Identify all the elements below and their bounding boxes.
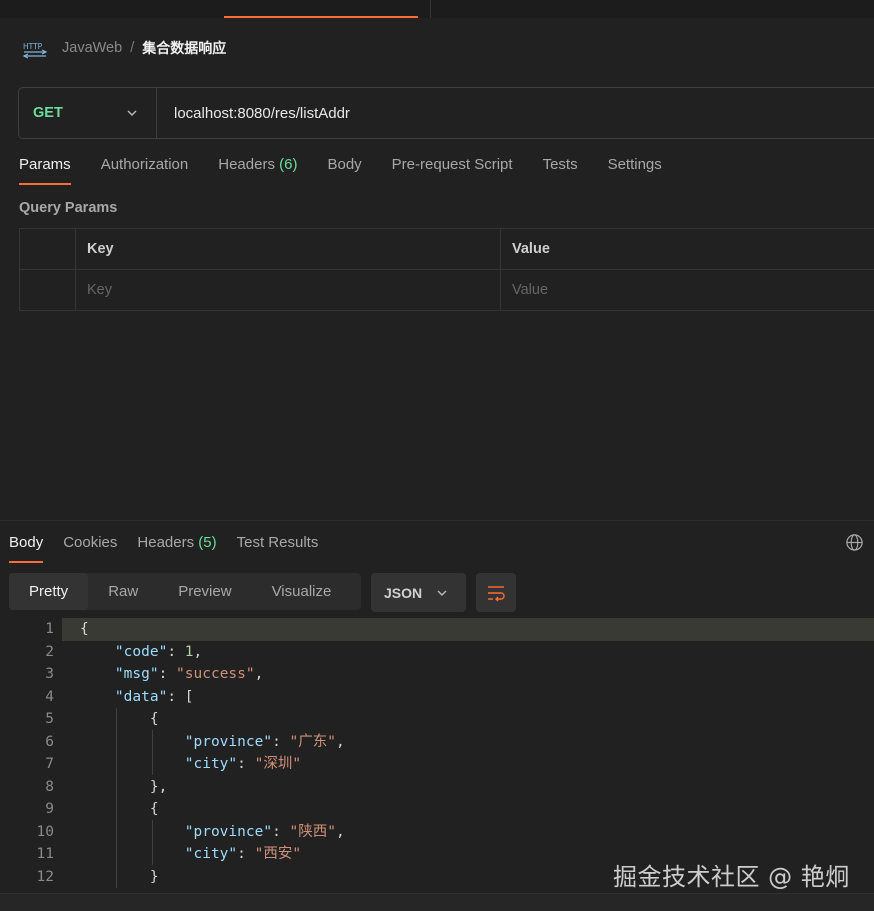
breadcrumb-collection[interactable]: JavaWeb xyxy=(62,40,122,56)
line-number: 1 xyxy=(0,618,62,641)
line-number: 9 xyxy=(45,801,54,817)
value-header: Value xyxy=(512,241,550,257)
method-label: GET xyxy=(33,105,63,121)
tab-tests[interactable]: Tests xyxy=(543,156,578,185)
tab-pre-request-script[interactable]: Pre-request Script xyxy=(392,156,513,185)
code-line: 1{ xyxy=(0,618,874,641)
tab-label: Pre-request Script xyxy=(391,156,513,173)
svg-text:HTTP: HTTP xyxy=(23,42,43,51)
view-pretty[interactable]: Pretty xyxy=(9,573,89,610)
line-number: 6 xyxy=(45,733,54,750)
line-number: 2 xyxy=(45,643,54,660)
status-bar xyxy=(0,893,874,911)
response-headers-count: (5) xyxy=(198,534,217,551)
tab-label: Headers xyxy=(218,156,275,173)
breadcrumb: HTTP JavaWeb / 集合数据响应 xyxy=(22,36,226,60)
http-icon: HTTP xyxy=(22,42,48,59)
line-number: 11 xyxy=(36,846,54,862)
tab-cookies[interactable]: Cookies xyxy=(63,534,117,563)
chevron-down-icon xyxy=(127,110,137,116)
tab-label: Test Results xyxy=(236,534,319,551)
response-tabs: Body Cookies Headers (5) Test Results xyxy=(9,534,338,563)
method-select[interactable]: GET xyxy=(19,88,157,138)
code-line: 2 "code": 1, xyxy=(0,641,874,664)
tab-body[interactable]: Body xyxy=(327,156,361,185)
tab-response-body[interactable]: Body xyxy=(9,534,44,563)
format-label: JSON xyxy=(384,584,423,601)
tab-settings[interactable]: Settings xyxy=(608,156,662,185)
code-text: { xyxy=(80,801,159,817)
view-preview[interactable]: Preview xyxy=(158,573,251,610)
code-line: 3 "msg": "success", xyxy=(0,663,874,686)
tab-label: Headers xyxy=(137,534,195,551)
tab-divider xyxy=(430,0,431,18)
key-input[interactable]: Key xyxy=(76,270,501,310)
key-header: Key xyxy=(76,229,501,269)
code-text: "province": "陕西", xyxy=(184,823,345,840)
chevron-down-icon xyxy=(437,590,447,596)
watermark: 掘金技术社区 @ 艳炯 xyxy=(613,863,850,891)
request-tabs: Params Authorization Headers (6) Body Pr… xyxy=(19,156,692,185)
tab-params[interactable]: Params xyxy=(19,156,71,185)
request-name[interactable]: 集合数据响应 xyxy=(142,38,226,58)
code-line: 7 "city": "深圳" xyxy=(0,753,874,776)
response-divider[interactable] xyxy=(0,520,874,521)
url-bar: GET xyxy=(18,87,874,139)
line-number: 5 xyxy=(45,711,54,727)
code-text: "city": "深圳" xyxy=(184,756,302,772)
query-params-title: Query Params xyxy=(19,200,118,216)
code-text: { xyxy=(80,621,89,637)
tab-label: Tests xyxy=(542,156,578,173)
line-number: 4 xyxy=(45,688,54,705)
tab-label: Authorization xyxy=(100,156,189,173)
tab-label: Cookies xyxy=(63,534,118,551)
checkbox-column xyxy=(19,229,76,269)
top-tab-strip xyxy=(0,0,874,18)
view-mode-group: Pretty Raw Preview Visualize xyxy=(9,573,361,610)
tab-label: Body xyxy=(9,534,44,551)
view-raw[interactable]: Raw xyxy=(88,573,158,610)
response-body-editor[interactable]: 1{2 "code": 1, 3 "msg": "success", 4 "data… xyxy=(0,618,874,888)
code-text: "city": "西安" xyxy=(184,846,302,862)
code-text: "code": 1, xyxy=(114,643,203,660)
line-number: 10 xyxy=(36,823,54,840)
format-select[interactable]: JSON xyxy=(371,573,466,612)
tab-label: Settings xyxy=(607,156,662,173)
wrap-lines-button[interactable] xyxy=(476,573,516,612)
params-empty-row: Key Value xyxy=(19,270,874,311)
code-text: }, xyxy=(80,778,168,795)
tab-response-headers[interactable]: Headers (5) xyxy=(137,534,216,563)
code-text: "msg": "success", xyxy=(114,666,264,682)
tab-label: Body xyxy=(327,156,362,173)
params-table: Key Value Key Value xyxy=(19,228,874,311)
headers-count: (6) xyxy=(279,156,298,173)
code-line: 6 "province": "广东", xyxy=(0,731,874,754)
tab-headers[interactable]: Headers (6) xyxy=(218,156,297,185)
tab-authorization[interactable]: Authorization xyxy=(101,156,189,185)
line-number: 7 xyxy=(45,756,54,772)
wrap-lines-icon xyxy=(488,585,505,601)
tab-label: Params xyxy=(19,156,71,173)
code-line: 5 { xyxy=(0,708,874,731)
tab-test-results[interactable]: Test Results xyxy=(237,534,319,563)
row-checkbox[interactable] xyxy=(19,270,76,310)
line-number: 12 xyxy=(36,868,54,885)
code-text: { xyxy=(80,711,159,727)
params-header-row: Key Value xyxy=(19,229,874,270)
url-input[interactable] xyxy=(157,88,874,138)
code-text: "province": "广东", xyxy=(184,733,345,750)
line-number: 8 xyxy=(45,778,54,795)
line-number: 3 xyxy=(45,666,54,682)
breadcrumb-separator: / xyxy=(130,40,135,56)
code-line: 10 "province": "陕西", xyxy=(0,821,874,844)
code-text: "data": [ xyxy=(114,688,194,705)
view-visualize[interactable]: Visualize xyxy=(252,573,352,610)
active-tab-indicator xyxy=(224,16,418,18)
code-line: 9 { xyxy=(0,798,874,821)
code-text: } xyxy=(80,868,159,885)
value-input[interactable]: Value xyxy=(501,270,874,310)
code-line: 4 "data": [ xyxy=(0,686,874,709)
globe-icon[interactable] xyxy=(845,533,864,552)
code-line: 8 }, xyxy=(0,776,874,799)
